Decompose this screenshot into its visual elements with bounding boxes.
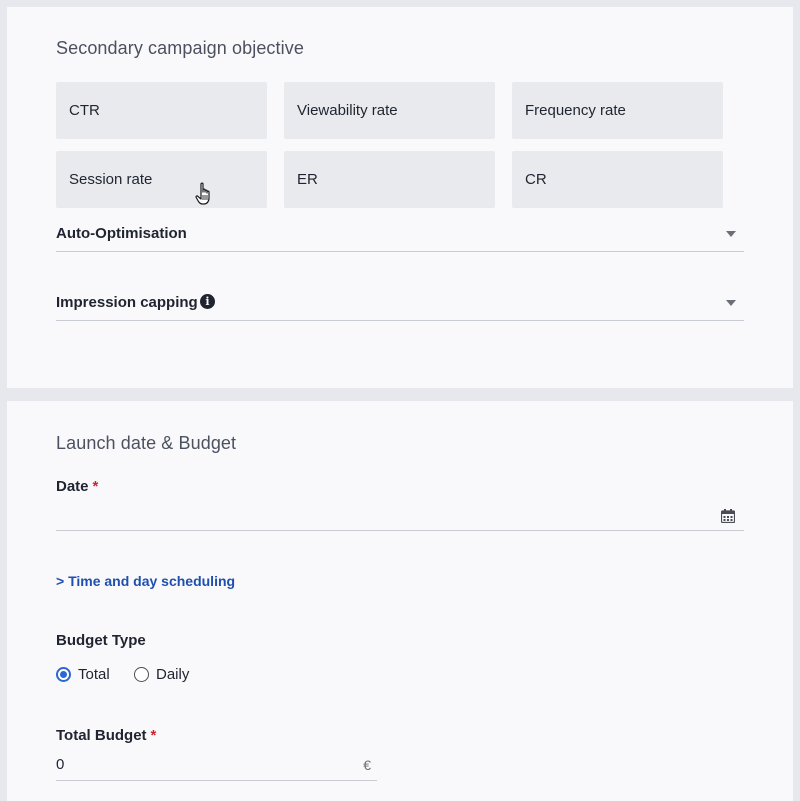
budget-type-label: Budget Type — [56, 632, 146, 649]
chevron-down-icon — [726, 300, 736, 306]
objective-option-frequency-rate[interactable]: Frequency rate — [512, 82, 723, 139]
date-label-text: Date — [56, 478, 89, 495]
calendar-icon[interactable] — [720, 509, 736, 528]
launch-budget-panel: Launch date & Budget Date * > Time and da… — [7, 401, 793, 801]
total-budget-label-text: Total Budget — [56, 727, 147, 744]
total-budget-field[interactable]: € — [56, 751, 377, 781]
radio-label-total: Total — [78, 666, 110, 683]
date-field[interactable] — [56, 501, 744, 531]
objective-option-er[interactable]: ER — [284, 151, 495, 208]
section-title-launch-budget: Launch date & Budget — [56, 433, 237, 453]
required-marker: * — [150, 727, 157, 744]
total-budget-label: Total Budget * — [56, 727, 156, 744]
date-label: Date * — [56, 478, 98, 495]
objective-option-cr[interactable]: CR — [512, 151, 723, 208]
auto-optimisation-label: Auto-Optimisation — [56, 225, 187, 242]
radio-unchecked-icon[interactable] — [134, 667, 149, 682]
objective-option-session-rate[interactable]: Session rate — [56, 151, 267, 208]
chevron-down-icon — [726, 231, 736, 237]
time-day-scheduling-link[interactable]: > Time and day scheduling — [56, 573, 235, 589]
info-icon[interactable]: i — [200, 294, 215, 309]
required-marker: * — [92, 478, 99, 495]
impression-capping-select[interactable]: Impression capping i — [56, 291, 744, 321]
radio-label-daily: Daily — [156, 666, 190, 683]
auto-optimisation-select[interactable]: Auto-Optimisation — [56, 222, 744, 252]
objective-option-viewability-rate[interactable]: Viewability rate — [284, 82, 495, 139]
section-title-secondary-objective: Secondary campaign objective — [56, 38, 304, 58]
impression-capping-label: Impression capping — [56, 294, 198, 311]
currency-suffix: € — [363, 757, 371, 773]
objective-option-ctr[interactable]: CTR — [56, 82, 267, 139]
radio-checked-icon[interactable] — [56, 667, 71, 682]
total-budget-input[interactable] — [56, 756, 329, 773]
date-input[interactable] — [56, 506, 641, 523]
secondary-objective-panel: Secondary campaign objective CTR Viewabi… — [7, 7, 793, 388]
